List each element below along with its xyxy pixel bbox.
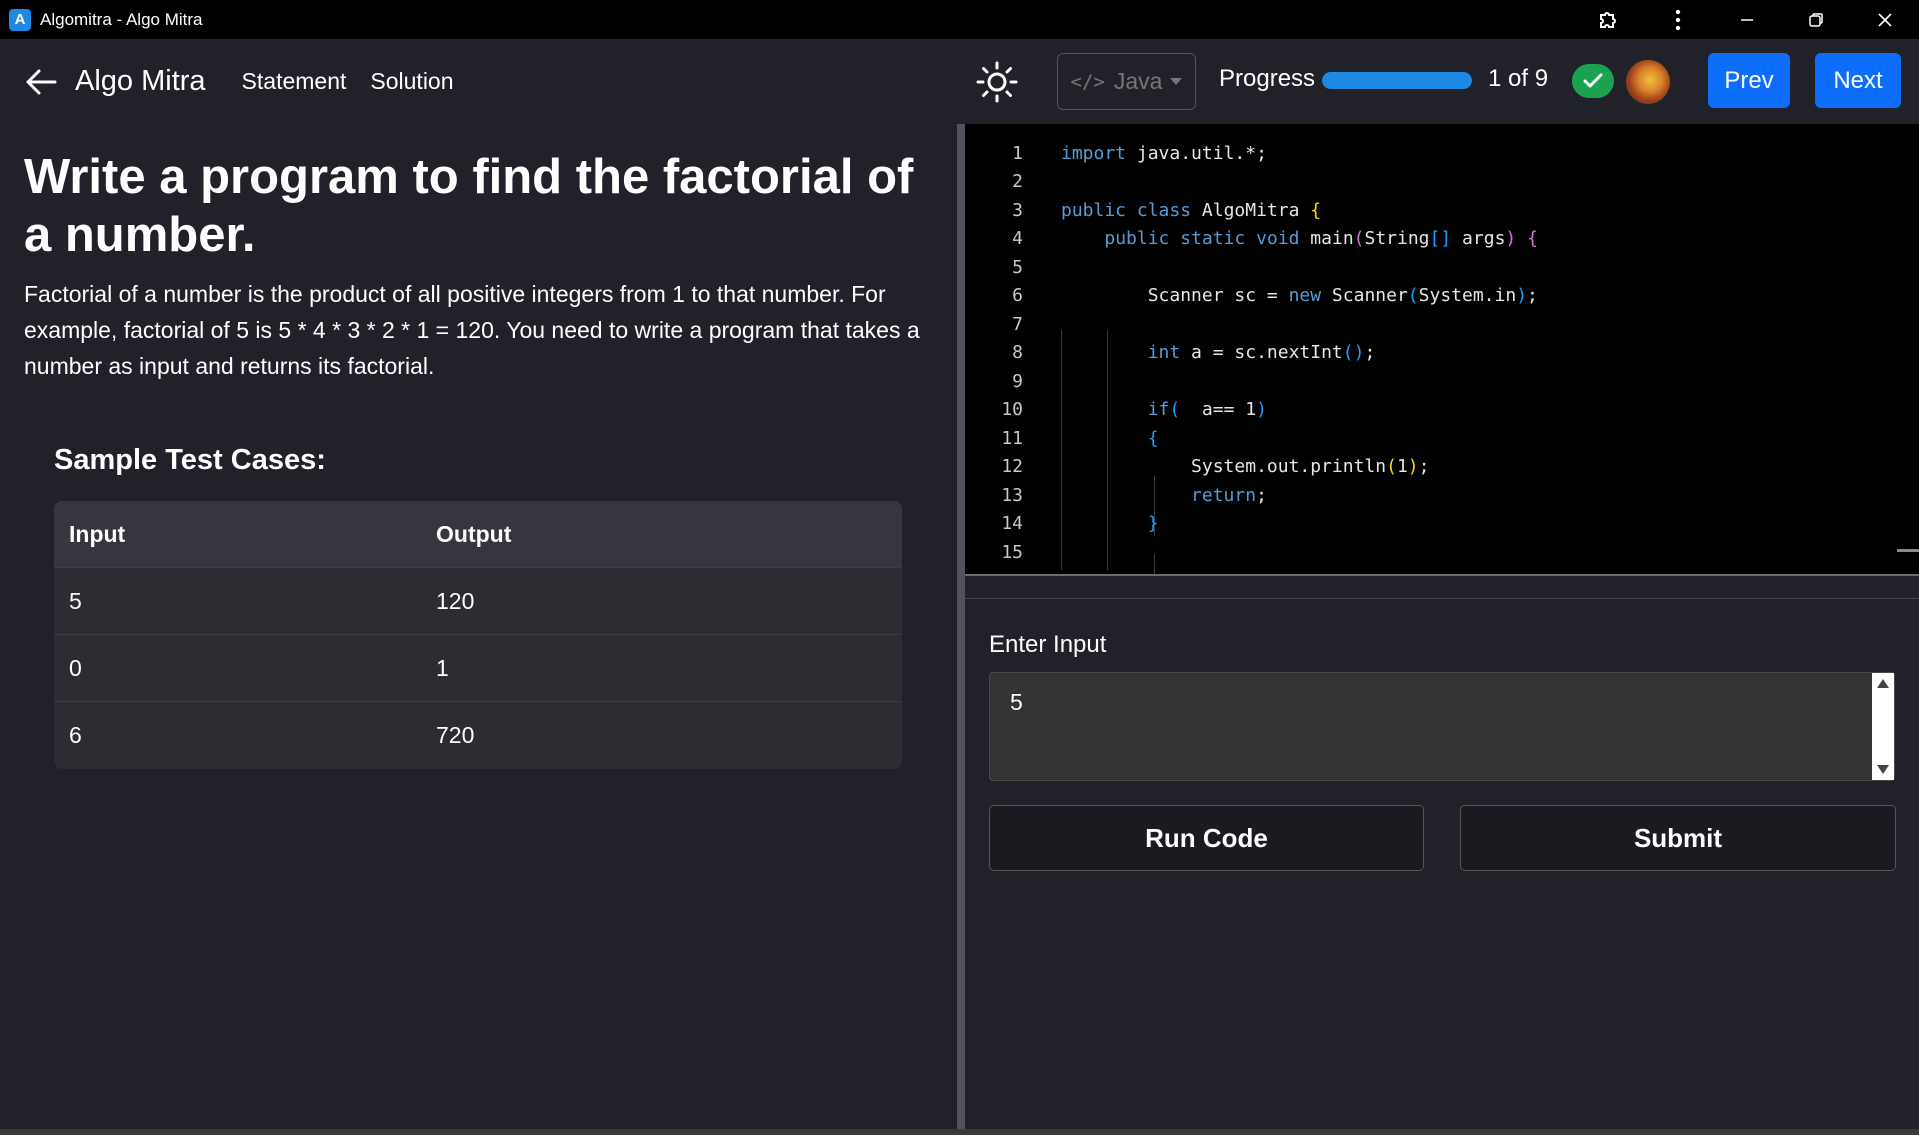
code-text: Scanner sc = new Scanner(System.in); (1061, 284, 1538, 306)
avatar[interactable] (1626, 60, 1670, 104)
run-code-button[interactable]: Run Code (989, 805, 1424, 871)
close-icon[interactable] (1850, 0, 1919, 39)
code-line: 2 (965, 167, 1919, 195)
code-line: 10 if( a== 1) (965, 395, 1919, 423)
code-line: 4 public static void main(String[] args)… (965, 224, 1919, 252)
code-line: 11 { (965, 424, 1919, 452)
problem-title: Write a program to find the factorial of… (24, 150, 914, 262)
code-text: { (1147, 427, 1159, 449)
code-text: System.out.println(1); (1061, 455, 1430, 477)
progress-count: 1 of 9 (1488, 65, 1549, 92)
progress-bar (1322, 72, 1472, 89)
code-line: 6 Scanner sc = new Scanner(System.in); (965, 281, 1919, 309)
table-cell-input: 5 (69, 587, 82, 614)
line-number: 13 (1001, 484, 1023, 506)
nav-solution[interactable]: Solution (370, 68, 453, 95)
sun-icon[interactable] (975, 60, 1019, 104)
editor-scrollbar[interactable] (1897, 549, 1919, 552)
line-number: 1 (1012, 142, 1023, 164)
code-text: public class AlgoMitra { (1061, 199, 1322, 221)
scroll-down-icon[interactable] (1877, 765, 1889, 774)
back-arrow-icon[interactable] (23, 64, 59, 100)
line-number: 3 (1012, 199, 1023, 221)
code-text: } (1147, 512, 1159, 534)
line-number: 7 (1012, 313, 1023, 335)
line-number: 6 (1012, 284, 1023, 306)
line-number: 8 (1012, 341, 1023, 363)
check-icon (1572, 64, 1614, 98)
code-line: 15 (965, 538, 1919, 566)
problem-panel: Write a program to find the factorial of… (0, 124, 957, 1129)
progress-label: Progress (1219, 65, 1316, 92)
table-cell-output: 120 (436, 587, 475, 614)
chevron-down-icon (1170, 78, 1183, 85)
table-cell-input: 0 (69, 654, 82, 681)
code-text: int a = sc.nextInt(); (1147, 341, 1376, 363)
code-text: return; (1191, 484, 1267, 506)
line-number: 4 (1012, 227, 1023, 249)
line-number: 11 (1001, 427, 1023, 449)
code-text: public static void main(String[] args) { (1104, 227, 1538, 249)
bottom-strip (0, 1129, 1919, 1135)
app-icon: A (9, 8, 31, 31)
window-controls (1574, 0, 1919, 39)
submit-button[interactable]: Submit (1460, 805, 1896, 871)
restore-icon[interactable] (1781, 0, 1850, 39)
samples-heading: Sample Test Cases: (54, 444, 326, 476)
line-number: 12 (1001, 455, 1023, 477)
prev-button[interactable]: Prev (1708, 53, 1790, 108)
input-scrollbar[interactable] (1872, 673, 1894, 780)
code-text: if( a== 1) (1147, 398, 1267, 420)
input-label: Enter Input (989, 631, 1107, 658)
input-value: 5 (1010, 689, 1023, 715)
table-header-row: Input Output (54, 501, 902, 568)
divider (965, 598, 1919, 599)
window-title: Algomitra - Algo Mitra (40, 9, 203, 29)
code-editor[interactable]: 1 import java.util.*; 2 3 public class A… (965, 124, 1919, 574)
app-header: Algo Mitra Statement Solution </> Java P… (0, 39, 1919, 124)
window-titlebar: A Algomitra - Algo Mitra (0, 0, 1919, 39)
sample-test-table: Input Output 5 120 0 1 6 720 (54, 501, 902, 769)
code-text: import java.util.*; (1061, 142, 1267, 164)
io-panel: Enter Input 5 Run Code Submit (965, 576, 1919, 1129)
minimize-icon[interactable] (1712, 0, 1781, 39)
table-row: 0 1 (54, 635, 902, 702)
line-number: 9 (1012, 370, 1023, 392)
brand-title: Algo Mitra (75, 65, 206, 97)
progress-bar-fill (1322, 72, 1472, 89)
language-value: Java (1113, 68, 1163, 94)
more-options-icon[interactable] (1643, 0, 1712, 39)
line-number: 15 (1001, 541, 1023, 563)
code-line: 1 import java.util.*; (965, 139, 1919, 167)
table-cell-output: 720 (436, 722, 475, 748)
table-row: 6 720 (54, 702, 902, 769)
table-cell-output: 1 (436, 654, 449, 681)
custom-input-field[interactable]: 5 (989, 672, 1895, 781)
scroll-up-icon[interactable] (1877, 679, 1889, 688)
table-cell-input: 6 (69, 722, 82, 748)
code-line: 3 public class AlgoMitra { (965, 196, 1919, 224)
code-line: 7 (965, 310, 1919, 338)
code-line: 8 int a = sc.nextInt(); (965, 338, 1919, 366)
language-select[interactable]: </> Java (1057, 53, 1196, 110)
code-line: 14 } (965, 509, 1919, 537)
line-number: 10 (1001, 398, 1023, 420)
line-number: 14 (1001, 512, 1023, 534)
next-button[interactable]: Next (1815, 53, 1901, 108)
code-icon: </> (1070, 70, 1105, 93)
extensions-icon[interactable] (1574, 0, 1643, 39)
code-line: 5 (965, 253, 1919, 281)
line-number: 5 (1012, 256, 1023, 278)
code-line: 9 (965, 367, 1919, 395)
table-row: 5 120 (54, 568, 902, 635)
table-header-input: Input (69, 520, 126, 547)
line-number: 2 (1012, 170, 1023, 192)
code-line: 13 return; (965, 481, 1919, 509)
code-line: 12 System.out.println(1); (965, 452, 1919, 480)
problem-description: Factorial of a number is the product of … (24, 281, 920, 379)
nav-statement[interactable]: Statement (242, 68, 347, 95)
table-header-output: Output (436, 520, 512, 547)
panel-splitter[interactable] (957, 124, 965, 1129)
